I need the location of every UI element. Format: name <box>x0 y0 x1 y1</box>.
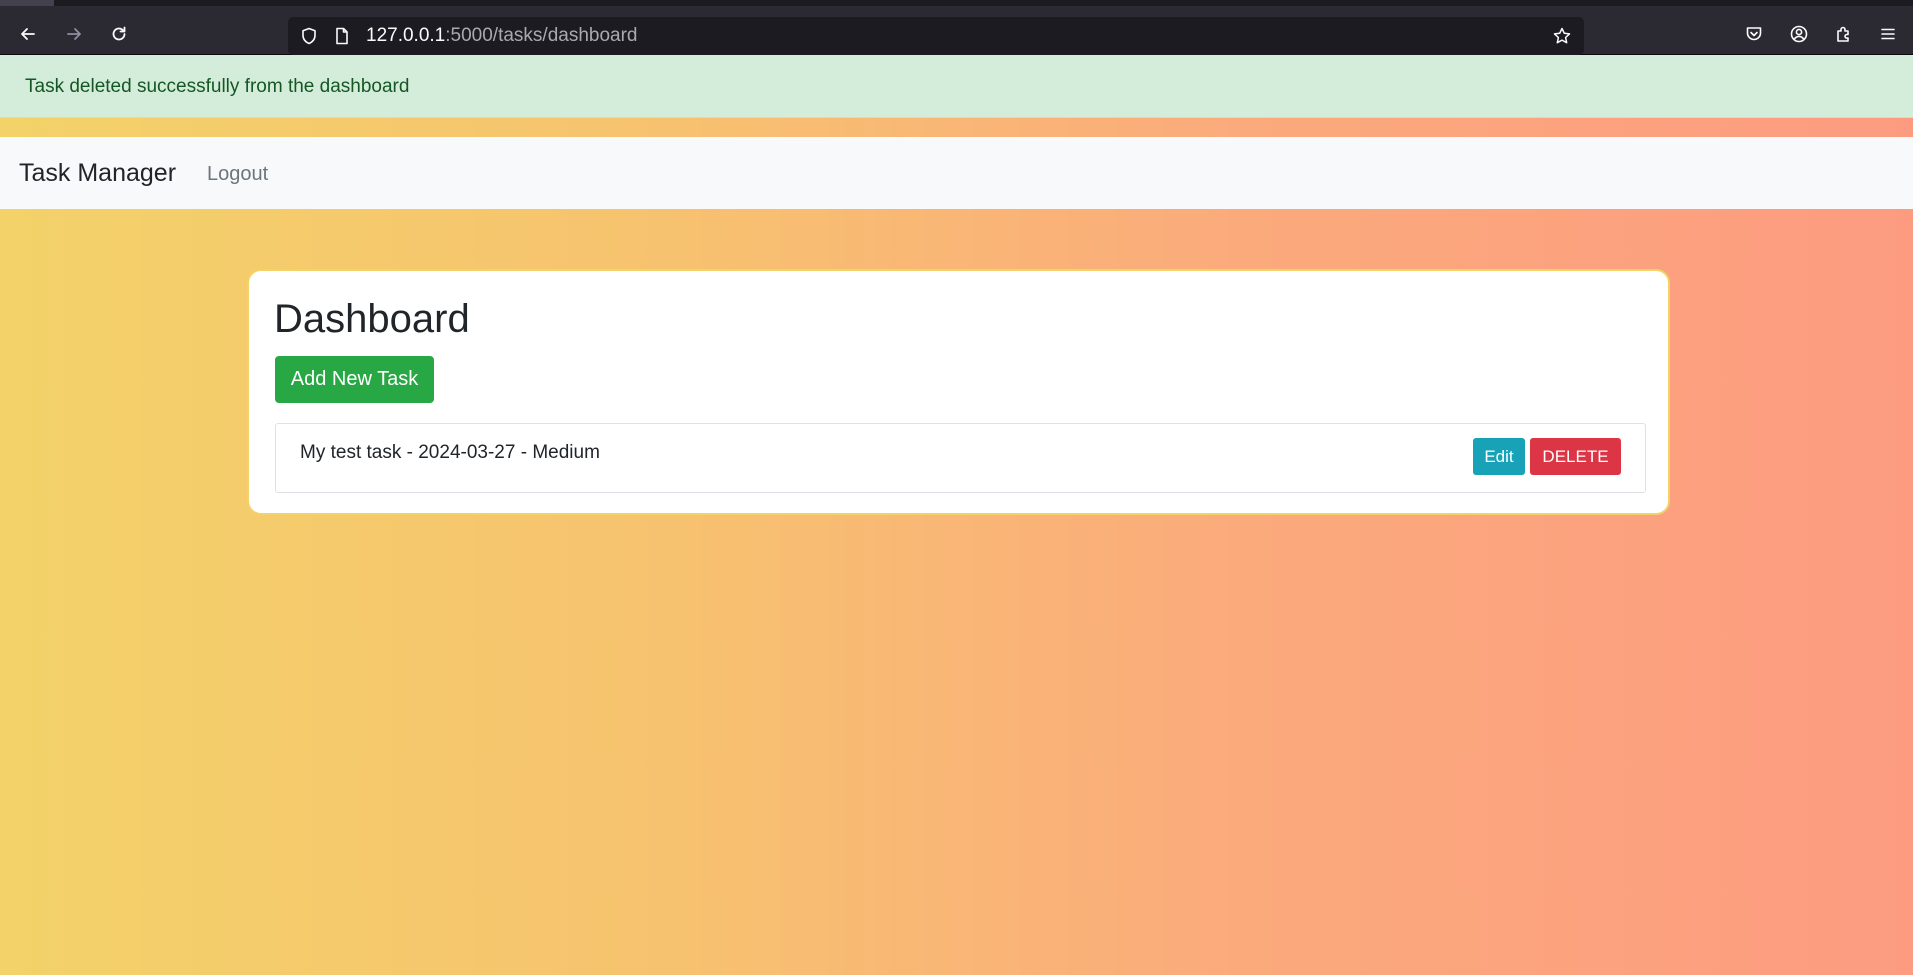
page-title: Dashboard <box>274 297 470 341</box>
pocket-icon <box>1746 27 1762 41</box>
edit-task-button[interactable]: Edit <box>1473 438 1525 475</box>
task-text: My test task - 2024-03-27 - Medium <box>300 442 600 463</box>
extensions-icon <box>1837 26 1849 42</box>
shield-icon[interactable] <box>299 26 319 46</box>
url-path: :5000/tasks/dashboard <box>445 25 638 46</box>
logout-link[interactable]: Logout <box>207 163 268 185</box>
flash-text: Task deleted successfully from the dashb… <box>25 76 410 97</box>
dashboard-card: Dashboard Add New Task My test task - 20… <box>247 269 1670 515</box>
page-icon[interactable] <box>332 26 352 46</box>
extensions-button[interactable] <box>1826 16 1862 52</box>
star-icon[interactable] <box>1552 26 1572 46</box>
flash-message: Task deleted successfully from the dashb… <box>0 55 1913 118</box>
forward-arrow-icon <box>67 28 81 40</box>
pocket-button[interactable] <box>1736 16 1772 52</box>
task-list-item: My test task - 2024-03-27 - Medium Edit … <box>275 423 1646 493</box>
back-arrow-icon <box>21 28 35 40</box>
reload-icon <box>112 26 126 41</box>
url-text[interactable]: 127.0.0.1:5000/tasks/dashboard <box>366 26 638 46</box>
back-button[interactable] <box>10 16 46 52</box>
browser-toolbar: 127.0.0.1:5000/tasks/dashboard <box>0 6 1913 55</box>
account-icon <box>1790 25 1808 43</box>
reload-button[interactable] <box>101 16 137 52</box>
navbar-brand[interactable]: Task Manager <box>19 159 176 187</box>
menu-button[interactable] <box>1870 16 1906 52</box>
forward-button[interactable] <box>56 16 92 52</box>
account-button[interactable] <box>1781 16 1817 52</box>
navbar: Task Manager Logout <box>0 137 1913 209</box>
hamburger-menu-icon <box>1881 28 1895 40</box>
delete-task-button[interactable]: DELETE <box>1530 438 1621 475</box>
page-viewport: Task deleted successfully from the dashb… <box>0 55 1913 975</box>
url-host: 127.0.0.1 <box>366 25 446 46</box>
url-bar[interactable]: 127.0.0.1:5000/tasks/dashboard <box>288 17 1584 55</box>
add-new-task-button[interactable]: Add New Task <box>275 356 434 403</box>
